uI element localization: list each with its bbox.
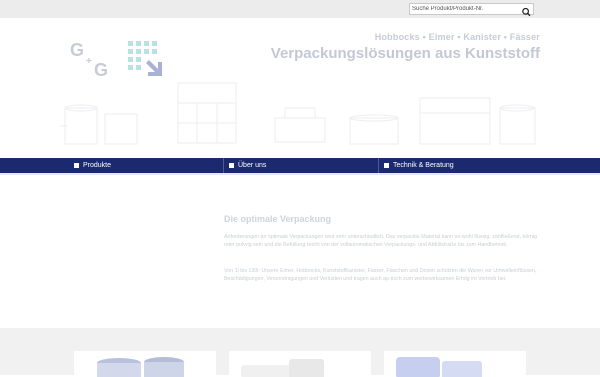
nav-item-technik-beratung[interactable]: Technik & Beratung [384,158,454,173]
logo-letter-2: G [94,60,108,78]
search-input[interactable] [412,4,520,14]
search-box [409,3,534,17]
square-icon [384,163,389,168]
header-title: Verpackungslösungen aus Kunststoff [270,45,540,62]
logo-letter-1: G [70,40,84,60]
top-bar [0,0,600,18]
logo-arrow-icon [146,60,162,76]
product-card[interactable] [229,351,371,377]
product-card[interactable] [384,351,526,377]
canister-image [241,359,324,377]
logo-plus: + [86,56,92,67]
search-icon[interactable] [521,4,532,17]
nav-underline [0,173,600,175]
header-tagline: Hobbocks • Eimer • Kanister • Fässer [374,32,540,42]
product-card[interactable] [74,351,216,377]
bucket-image [97,357,184,377]
nav-item-produkte[interactable]: Produkte [74,158,111,173]
product-sketch [60,82,536,145]
logo[interactable]: G + G [70,40,166,80]
content-paragraph-2: Von 1l bis 130l: Unsere Eimer, Hobbocks,… [224,268,537,282]
header: G + G Hobbocks • Eimer • Kanister • Fäss… [0,18,600,158]
nav-label: Produkte [83,162,112,169]
nav-item-ueber-uns[interactable]: Über uns [229,158,266,173]
square-icon [229,163,234,168]
nav-divider [378,158,379,173]
square-icon [74,163,79,168]
main-nav: Produkte Über uns Technik & Beratung [0,158,600,173]
content-heading: Die optimale Verpackung [224,214,332,224]
drum-image [396,357,482,377]
nav-divider [223,158,224,173]
content-paragraph-1: Anforderungen an optimale Verpackungen s… [224,234,537,248]
nav-label: Über uns [238,162,267,169]
nav-label: Technik & Beratung [393,162,454,169]
